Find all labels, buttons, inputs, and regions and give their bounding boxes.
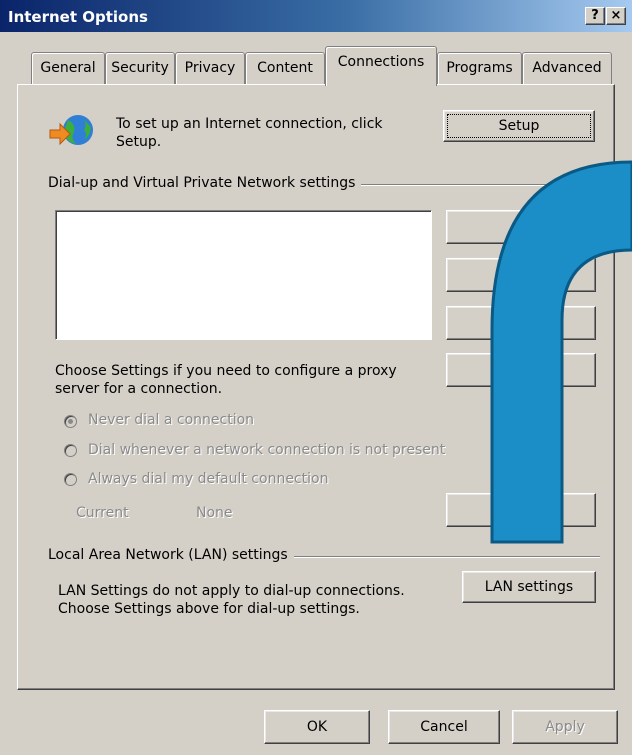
dialup-heading: Dial-up and Virtual Private Network sett…: [48, 175, 362, 191]
settings-button[interactable]: [446, 353, 596, 387]
tab-content[interactable]: Content: [245, 52, 325, 84]
radio-dial-whenever-label: Dial whenever a network connection is no…: [88, 442, 446, 458]
close-button[interactable]: ×: [606, 7, 626, 25]
cancel-button[interactable]: Cancel: [388, 710, 500, 744]
title-bar[interactable]: Internet Options ? ×: [0, 0, 632, 32]
ok-button[interactable]: OK: [264, 710, 370, 744]
connections-list[interactable]: [55, 210, 432, 340]
tab-connections[interactable]: Connections: [325, 46, 437, 86]
radio-dial-whenever[interactable]: [64, 444, 77, 457]
tab-programs[interactable]: Programs: [437, 52, 522, 84]
remove-button[interactable]: R: [446, 306, 596, 340]
lan-settings-button[interactable]: LAN settings: [462, 571, 596, 603]
set-default-button[interactable]: S: [446, 493, 596, 527]
apply-button[interactable]: Apply: [512, 710, 618, 744]
setup-button[interactable]: Setup: [443, 110, 595, 142]
tab-advanced[interactable]: Advanced: [522, 52, 612, 84]
lan-description: LAN Settings do not apply to dial-up con…: [58, 583, 405, 617]
radio-always-dial-label: Always dial my default connection: [88, 471, 329, 487]
radio-never-dial-label: Never dial a connection: [88, 412, 255, 428]
tab-security[interactable]: Security: [105, 52, 175, 84]
proxy-description: Choose Settings if you need to configure…: [55, 363, 397, 397]
globe-connection-icon: [48, 110, 98, 154]
radio-never-dial[interactable]: [64, 415, 77, 428]
lan-heading: Local Area Network (LAN) settings: [48, 547, 294, 563]
tab-privacy[interactable]: Privacy: [175, 52, 245, 84]
current-label: Current: [76, 505, 129, 521]
setup-description: To set up an Internet connection, click …: [116, 116, 383, 150]
window-title: Internet Options: [8, 8, 148, 26]
radio-always-dial[interactable]: [64, 473, 77, 486]
add-button[interactable]: A: [446, 210, 596, 244]
help-button[interactable]: ?: [585, 7, 605, 25]
current-value: None: [196, 505, 233, 521]
add-vpn-button[interactable]: A: [446, 258, 596, 292]
tab-general[interactable]: General: [31, 52, 105, 84]
